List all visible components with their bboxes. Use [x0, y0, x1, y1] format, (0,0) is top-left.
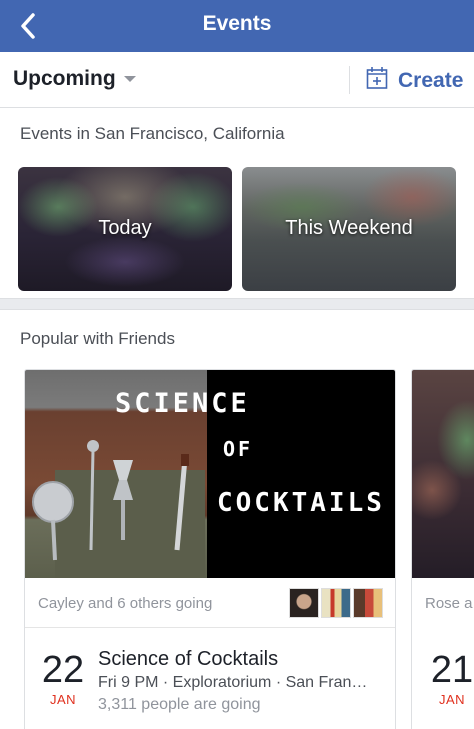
page-title: Events	[202, 12, 272, 35]
friend-avatars	[289, 588, 383, 618]
event-date-day: 21	[430, 649, 474, 691]
nearby-section-title: Events in San Francisco, California	[20, 124, 285, 143]
this-weekend-tile-label: This Weekend	[285, 217, 413, 239]
events-toolbar: Upcoming Create	[0, 52, 474, 108]
event-date-month: JAN	[49, 692, 77, 707]
this-weekend-tile[interactable]: This Weekend	[242, 167, 456, 291]
event-date-day: 22	[41, 649, 85, 691]
navigation-bar: Events	[0, 0, 474, 52]
event-cover-image	[412, 370, 474, 578]
today-tile[interactable]: Today	[18, 167, 232, 291]
event-going-count: 3,311 people are going	[98, 696, 261, 713]
friends-going-text: Rose a	[425, 595, 473, 612]
filter-label: Upcoming	[13, 67, 116, 90]
caret-down-icon	[123, 76, 136, 82]
toolbar-divider	[349, 66, 350, 94]
today-tile-label: Today	[98, 217, 152, 239]
cover-text-cocktails: COCKTAILS	[217, 488, 385, 518]
cover-text-of: OF	[223, 437, 254, 461]
event-card[interactable]: SCIENCE OF COCKTAILS Cayley and 6 others…	[24, 369, 396, 729]
friends-going-text: Cayley and 6 others going	[38, 595, 213, 612]
upcoming-filter-dropdown[interactable]: Upcoming	[13, 67, 136, 91]
friends-going-row: Cayley and 6 others going	[25, 578, 395, 628]
event-card-next[interactable]: Rose a 21 JAN	[411, 369, 474, 729]
avatar	[353, 588, 383, 618]
event-date: 21 JAN	[426, 650, 474, 707]
popular-section-title: Popular with Friends	[20, 329, 175, 348]
event-date-month: JAN	[438, 692, 466, 707]
event-cover-image: SCIENCE OF COCKTAILS	[25, 370, 395, 578]
event-meta: Fri 9 PM · Exploratorium · San Fran…	[98, 674, 368, 691]
cover-text-science: SCIENCE	[115, 388, 250, 419]
create-label: Create	[398, 68, 464, 92]
create-event-button[interactable]: Create	[366, 66, 463, 95]
calendar-plus-icon	[366, 66, 388, 95]
avatar	[321, 588, 351, 618]
event-title: Science of Cocktails	[98, 648, 279, 670]
avatar	[289, 588, 319, 618]
event-date: 22 JAN	[37, 650, 89, 707]
section-separator	[0, 298, 474, 310]
